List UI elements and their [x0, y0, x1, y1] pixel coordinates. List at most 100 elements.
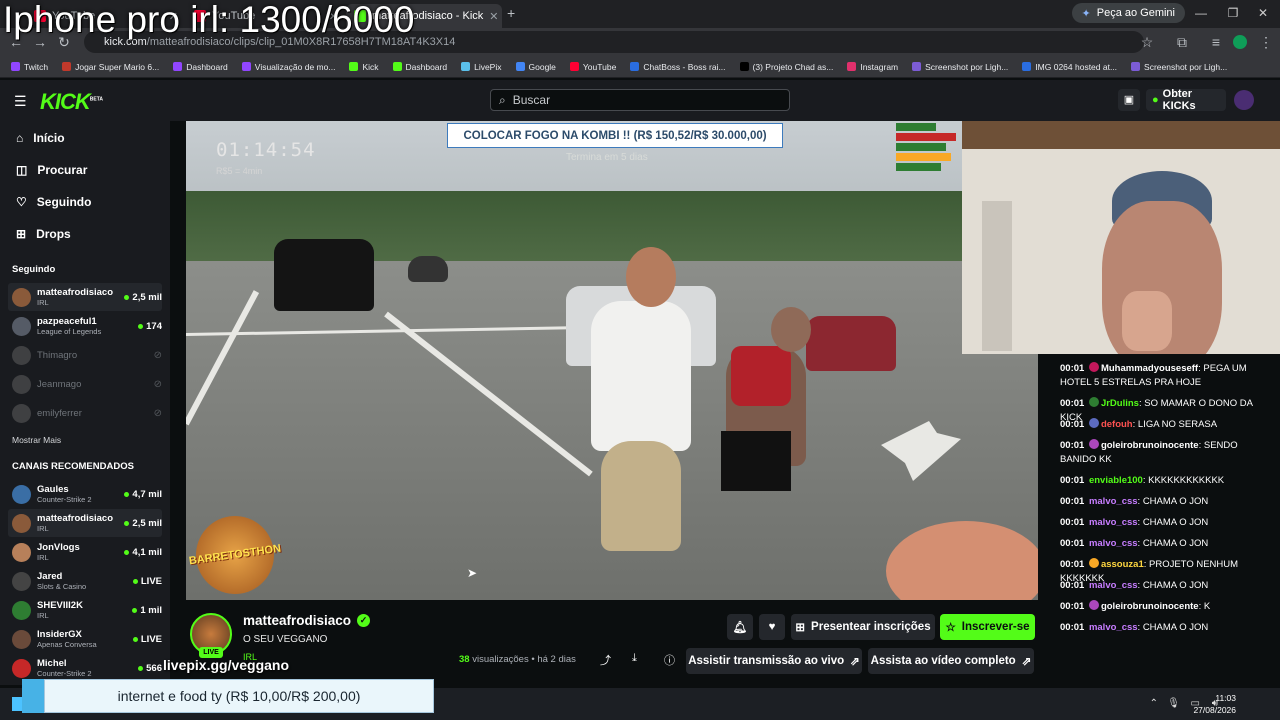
chat-username[interactable]: assouza1	[1101, 559, 1144, 570]
sidebar-item-drops[interactable]: ⊞ Drops	[16, 227, 71, 241]
chat-username[interactable]: malvo_css	[1089, 496, 1138, 507]
channel-name: matteafrodisiaco	[37, 287, 114, 298]
channel-category: IRL	[37, 611, 49, 620]
share-icon[interactable]: ⤴	[600, 652, 611, 668]
channel-text: Jared Slots & Casino	[37, 571, 127, 591]
goal-overlay-title: Iphone pro irl: 1300/6000	[3, 0, 415, 40]
bookmark-item[interactable]: Twitch	[4, 62, 55, 72]
bookmark-item[interactable]: Dashboard	[386, 62, 455, 72]
video-player[interactable]: 01:14:54 R$5 = 4min COLOCAR FOGO NA KOMB…	[186, 121, 1038, 600]
sidebar-item-inicio[interactable]: ⌂ Início	[16, 131, 65, 145]
sidebar-channel[interactable]: matteafrodisiaco IRL 2,5 mil	[8, 283, 162, 311]
media-icon[interactable]: ≡	[1206, 34, 1226, 50]
bookmark-item[interactable]: Dashboard	[166, 62, 235, 72]
bookmark-item[interactable]: Screenshot por Ligh...	[905, 62, 1015, 72]
bookmark-item[interactable]: Jogar Super Mario 6...	[55, 62, 166, 72]
channel-avatar	[12, 403, 31, 423]
maximize-icon[interactable]: ❐	[1218, 6, 1248, 20]
gift-icon: ⊞	[795, 622, 806, 634]
subscribe-button[interactable]: ☆ Inscrever-se	[940, 614, 1035, 640]
chat-message: 00:01 goleirobrunoinocente: K	[1060, 600, 1272, 614]
search-input[interactable]: ⌕ Buscar	[490, 89, 790, 111]
profile-avatar[interactable]	[1233, 35, 1247, 49]
sidebar-item-seguindo[interactable]: ♡ Seguindo	[16, 195, 91, 209]
sidebar-channel[interactable]: pazpeaceful1 League of Legends 174	[8, 312, 162, 340]
bookmark-label: IMG 0264 hosted at...	[1035, 61, 1118, 72]
microphone-icon[interactable]: 🎙︎	[1167, 698, 1180, 709]
sidebar-channel[interactable]: matteafrodisiaco IRL 2,5 mil	[8, 509, 162, 537]
chat-username[interactable]: JrDulins	[1101, 398, 1139, 409]
channel-text: pazpeaceful1 League of Legends	[37, 316, 132, 336]
channel-text: SHEVIII2K IRL	[37, 600, 126, 620]
sidebar-channel[interactable]: SHEVIII2K IRL 1 mil	[8, 596, 162, 624]
chat-username[interactable]: malvo_css	[1089, 580, 1138, 591]
chat-username[interactable]: malvo_css	[1089, 517, 1138, 528]
bookmark-favicon-icon	[241, 62, 251, 71]
bookmark-item[interactable]: Visualização de mo...	[235, 62, 343, 72]
download-icon[interactable]: ⤓	[632, 652, 637, 665]
sidebar-item-procurar[interactable]: ◫ Procurar	[16, 163, 87, 177]
bookmark-label: Instagram	[860, 61, 899, 72]
chat-username[interactable]: enviable100	[1089, 475, 1143, 486]
sidebar-channel[interactable]: Jeanmago ⊘	[8, 370, 162, 398]
bookmark-item[interactable]: Instagram	[840, 62, 905, 72]
bookmark-item[interactable]: ChatBoss - Boss rai...	[623, 62, 732, 72]
bookmark-star-icon[interactable]: ☆	[1137, 34, 1157, 51]
sidebar-channel[interactable]: Gaules Counter-Strike 2 4,7 mil	[8, 480, 162, 508]
bookmark-favicon-icon	[11, 62, 20, 71]
bookmark-item[interactable]: Kick	[342, 62, 385, 72]
chat-username[interactable]: Muhammadyouseseff	[1101, 363, 1198, 374]
leaderboard-overlay	[896, 121, 962, 183]
hamburger-menu-icon[interactable]: ☰	[14, 93, 27, 110]
viewer-count-value: 2,5 mil	[132, 517, 162, 529]
chat-username[interactable]: malvo_css	[1089, 622, 1138, 633]
get-kicks-button[interactable]: ● Obter KICKs	[1146, 88, 1226, 112]
sidebar-channel[interactable]: emilyferrer ⊘	[8, 399, 162, 427]
close-window-icon[interactable]: ✕	[1248, 6, 1278, 20]
subscribe-label: Inscrever-se	[961, 621, 1030, 633]
gemini-button[interactable]: ✦ Peça ao Gemini	[1071, 3, 1185, 23]
sidebar-channel[interactable]: JonVlogs IRL 4,1 mil	[8, 538, 162, 566]
follow-heart-button[interactable]: ♥	[759, 614, 785, 640]
chat-timestamp: 00:01	[1060, 419, 1085, 430]
chat-timestamp: 00:01	[1060, 398, 1085, 409]
viewer-count: LIVE	[132, 634, 162, 645]
show-more-link[interactable]: Mostrar Mais	[12, 435, 61, 445]
bookmark-favicon-icon	[392, 62, 402, 71]
sidebar-channel[interactable]: Jared Slots & Casino LIVE	[8, 567, 162, 595]
chat-username[interactable]: malvo_css	[1089, 538, 1138, 549]
bookmark-item[interactable]: LivePix	[454, 62, 508, 72]
info-icon[interactable]: ⓘ	[664, 652, 675, 668]
channel-name[interactable]: matteafrodisiaco ✓	[243, 613, 371, 628]
user-avatar[interactable]	[1234, 90, 1254, 110]
gift-subs-button[interactable]: ⊞ Presentear inscrições	[791, 614, 935, 640]
sidebar-channel[interactable]: Thimagro ⊘	[8, 341, 162, 369]
bookmark-item[interactable]: IMG 0264 hosted at...	[1015, 62, 1124, 72]
kick-logo[interactable]: KICKBETA	[40, 89, 103, 115]
bookmark-item[interactable]: Screenshot por Ligh...	[1124, 62, 1234, 72]
minimize-icon[interactable]: —	[1186, 6, 1216, 20]
clip-icon[interactable]: ▣	[1118, 89, 1140, 111]
livepix-overlay: livepix.gg/veggano	[163, 657, 290, 673]
menu-icon[interactable]: ⋮	[1256, 34, 1276, 51]
close-icon[interactable]: ✕	[489, 10, 498, 23]
channel-name: InsiderGX	[37, 629, 82, 640]
bookmark-item[interactable]: (3) Projeto Chad as...	[733, 62, 841, 72]
system-clock[interactable]: 11:03 27/08/2026	[1193, 692, 1236, 716]
tray-chevron-icon[interactable]: ⌃	[1150, 698, 1158, 709]
live-dot-icon	[138, 665, 144, 671]
sidebar-channel[interactable]: Michel Counter-Strike 2 566	[8, 654, 162, 682]
watch-full-button[interactable]: Assista ao vídeo completo ⇗	[868, 648, 1034, 674]
chat-username[interactable]: defouh	[1101, 419, 1133, 430]
chat-username[interactable]: goleirobrunoinocente	[1101, 440, 1199, 451]
notification-bell-button[interactable]: 🔔︎	[727, 614, 753, 640]
bookmark-item[interactable]: Google	[509, 62, 563, 72]
chat-username[interactable]: goleirobrunoinocente	[1101, 601, 1199, 612]
watch-live-button[interactable]: Assistir transmissão ao vivo ⇗	[686, 648, 862, 674]
live-dot-icon	[138, 323, 144, 329]
new-tab-button[interactable]: +	[507, 5, 515, 21]
bookmark-item[interactable]: YouTube	[563, 62, 623, 72]
sidebar-channel[interactable]: InsiderGX Apenas Conversa LIVE	[8, 625, 162, 653]
channel-avatar	[12, 658, 31, 678]
extensions-icon[interactable]: ⧉	[1172, 34, 1192, 51]
